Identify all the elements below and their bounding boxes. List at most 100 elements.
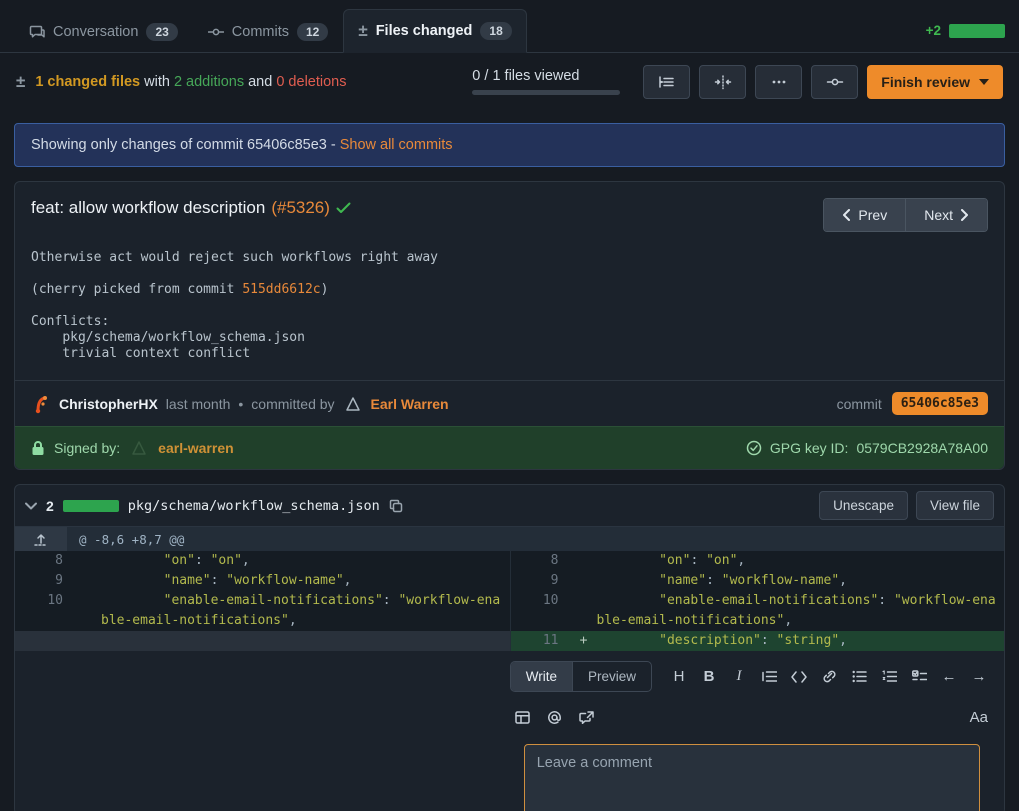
commit-title: feat: allow workflow description (#5326) — [31, 198, 351, 218]
bold-button[interactable]: B — [696, 664, 722, 690]
file-additions-count: 2 — [46, 498, 54, 514]
tab-label: Conversation — [53, 24, 138, 40]
comment-input-wrap — [524, 744, 980, 811]
commit-author-row: ChristopherHX last month • committed by … — [15, 380, 1004, 426]
line-number[interactable]: 11 — [511, 631, 571, 651]
diff-icon: ± — [358, 21, 367, 41]
file-tree-toggle-button[interactable] — [643, 65, 690, 99]
line-number[interactable]: 10 — [511, 591, 571, 611]
diff-summary-row: ± 1 changed files with 2 additions and 0… — [0, 53, 1019, 110]
code-line: "on": "on", — [597, 551, 1005, 571]
code-line: "on": "on", — [101, 551, 510, 571]
signed-by-label: Signed by: — [54, 440, 120, 456]
redo-button[interactable]: → — [966, 664, 992, 690]
line-number[interactable]: 9 — [15, 571, 75, 591]
diff-table: 8 "on": "on",8 "on": "on",9 "name": "wor… — [15, 551, 1004, 651]
comment-editor: Write Preview H B I — [498, 651, 1004, 811]
tab-files-changed[interactable]: ± Files changed 18 — [343, 9, 526, 53]
expand-hunk-button[interactable] — [15, 527, 67, 551]
verified-icon — [746, 440, 762, 456]
line-number[interactable]: 8 — [15, 551, 75, 571]
cherry-pick-commit-link[interactable]: 515dd6612c — [242, 282, 320, 297]
commit-sha-badge[interactable]: 65406c85e3 — [892, 392, 988, 415]
chevron-left-icon — [842, 209, 850, 221]
author-avatar[interactable] — [31, 394, 51, 414]
signer-name-link[interactable]: earl-warren — [158, 440, 233, 456]
author-name-link[interactable]: ChristopherHX — [59, 396, 158, 412]
finish-review-button[interactable]: Finish review — [867, 65, 1003, 99]
commit-select-button[interactable] — [811, 65, 858, 99]
conversation-icon — [29, 24, 45, 40]
signer-avatar[interactable] — [129, 438, 149, 458]
gpg-key-label: GPG key ID: — [770, 440, 849, 456]
diff-line-row: 9 "name": "workflow-name",9 "name": "wor… — [15, 571, 1004, 591]
copy-path-icon[interactable] — [389, 499, 403, 513]
code-line: "description": "string", — [597, 631, 1005, 651]
view-file-button[interactable]: View file — [916, 491, 994, 520]
additions-count: +2 — [926, 23, 941, 38]
font-size-button[interactable]: Aa — [966, 704, 992, 730]
issue-ref-link[interactable]: (#5326) — [271, 198, 330, 218]
caret-down-icon — [979, 79, 989, 85]
gpg-key-id: 0579CB2928A78A00 — [856, 440, 988, 456]
inline-comment-row: Write Preview H B I — [15, 651, 1004, 811]
code-button[interactable] — [786, 664, 812, 690]
additions-text: 2 additions — [174, 74, 244, 90]
undo-button[interactable]: ← — [936, 664, 962, 690]
hunk-header-row: @ -8,6 +8,7 @@ — [15, 526, 1004, 551]
comment-input[interactable] — [537, 755, 967, 811]
hunk-header-text: @ -8,6 +8,7 @@ — [67, 527, 196, 551]
task-list-button[interactable] — [906, 664, 932, 690]
tab-count-badge: 18 — [480, 22, 511, 40]
mention-button[interactable] — [542, 704, 568, 730]
pr-diff-stat: +2 — [926, 23, 1005, 52]
changed-files-summary: 1 changed files with 2 additions and 0 d… — [35, 74, 346, 90]
file-diff-panel: 2 pkg/schema/workflow_schema.json Unesca… — [14, 484, 1005, 811]
bullet-list-button[interactable] — [846, 664, 872, 690]
code-line: "enable-email-notifications": "workflow-… — [597, 591, 1005, 631]
diff-right-context: 9 "name": "workflow-name", — [510, 571, 1005, 591]
prev-commit-button[interactable]: Prev — [824, 199, 905, 231]
files-viewed-bar — [472, 90, 620, 95]
changed-files-link[interactable]: 1 changed files — [35, 74, 140, 90]
next-commit-button[interactable]: Next — [905, 199, 987, 231]
quote-button[interactable] — [756, 664, 782, 690]
heading-button[interactable]: H — [666, 664, 692, 690]
diff-view-mode-button[interactable] — [699, 65, 746, 99]
collapse-file-icon[interactable] — [25, 502, 37, 510]
diff-icon: ± — [16, 72, 25, 92]
diff-left-empty — [15, 631, 510, 651]
diff-options-button[interactable] — [755, 65, 802, 99]
code-line: "name": "workflow-name", — [597, 571, 1005, 591]
tab-commits[interactable]: Commits 12 — [193, 11, 344, 53]
pr-tab-bar: Conversation 23 Commits 12 ± Files chang… — [0, 0, 1019, 53]
files-viewed-progress: 0 / 1 files viewed — [472, 68, 620, 95]
show-all-commits-link[interactable]: Show all commits — [340, 137, 453, 153]
italic-button[interactable]: I — [726, 664, 752, 690]
table-button[interactable] — [510, 704, 536, 730]
reference-button[interactable] — [574, 704, 600, 730]
line-number[interactable]: 9 — [511, 571, 571, 591]
tab-count-badge: 12 — [297, 23, 328, 41]
chevron-right-icon — [961, 209, 969, 221]
link-button[interactable] — [816, 664, 842, 690]
unescape-button[interactable]: Unescape — [819, 491, 908, 520]
code-line: "name": "workflow-name", — [101, 571, 510, 591]
diff-right-add: 11+ "description": "string", — [510, 631, 1005, 651]
commit-icon — [208, 24, 224, 40]
diff-left-context: 9 "name": "workflow-name", — [15, 571, 510, 591]
numbered-list-button[interactable] — [876, 664, 902, 690]
diff-line-row: 10 "enable-email-notifications": "workfl… — [15, 591, 1004, 631]
line-number[interactable]: 10 — [15, 591, 75, 611]
committer-avatar[interactable] — [343, 394, 363, 414]
preview-tab[interactable]: Preview — [573, 662, 651, 691]
write-tab[interactable]: Write — [511, 662, 573, 691]
diff-left-context: 8 "on": "on", — [15, 551, 510, 571]
line-number[interactable]: 8 — [511, 551, 571, 571]
committer-name-link[interactable]: Earl Warren — [371, 396, 449, 412]
file-name: pkg/schema/workflow_schema.json — [128, 498, 380, 514]
tab-label: Commits — [232, 24, 289, 40]
comment-row-left-empty — [15, 651, 498, 811]
tab-conversation[interactable]: Conversation 23 — [14, 11, 193, 53]
commit-label: commit — [837, 396, 882, 412]
